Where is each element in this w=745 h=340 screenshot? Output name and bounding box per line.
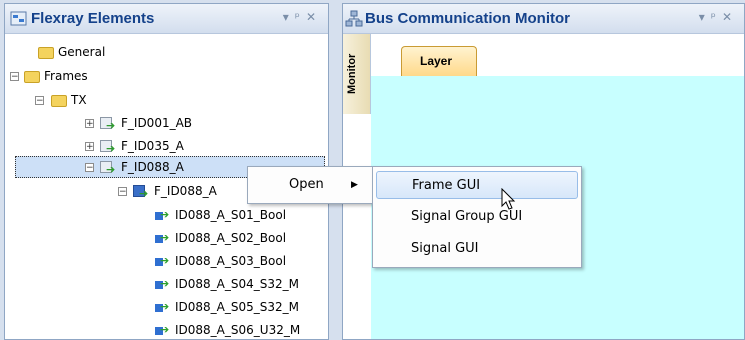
dropdown-icon[interactable]: ▾ [699, 10, 711, 24]
signal-icon: ➔ [155, 255, 170, 267]
tree-item-f-id088[interactable]: ➔ F_ID088_A [100, 157, 184, 177]
signal-label: ID088_A_S03_Bool [175, 254, 287, 268]
menu-item-signal-gui[interactable]: Signal GUI [376, 235, 578, 263]
menu-item-label: Signal GUI [411, 241, 479, 256]
tree-item-frames[interactable]: Frames [24, 66, 88, 86]
tree-item-f-id088-pdu[interactable]: ➔ F_ID088_A [133, 181, 217, 201]
menu-item-frame-gui[interactable]: Frame GUI [376, 171, 578, 199]
tab-strip: Layer [371, 34, 744, 76]
tab-layer[interactable]: Layer [401, 46, 477, 76]
tree-item-general[interactable]: General [38, 42, 105, 62]
tree-item-label: Frames [44, 69, 88, 83]
mouse-cursor-icon [501, 188, 516, 210]
menu-item-label: Frame GUI [412, 178, 481, 193]
frame-icon: ➔ [100, 161, 117, 175]
panel-header: Bus Communication Monitor ▾ᵖ✕ [343, 4, 744, 34]
tree-item-tx[interactable]: TX [51, 90, 87, 110]
frame-icon: ➔ [100, 140, 117, 154]
signal-icon: ➔ [155, 324, 170, 336]
menu-item-open[interactable]: Open ▶ [251, 171, 369, 199]
signal-icon: ➔ [155, 232, 170, 244]
tree-item-label: F_ID088_A [154, 184, 217, 198]
elements-icon [10, 11, 27, 26]
folder-icon [38, 46, 54, 59]
signal-icon: ➔ [155, 209, 170, 221]
context-menu: Open ▶ [247, 166, 373, 204]
menu-item-signal-group-gui[interactable]: Signal Group GUI [376, 203, 578, 231]
tab-monitor[interactable]: Monitor [343, 34, 371, 114]
folder-icon [24, 70, 40, 83]
close-icon[interactable]: ✕ [722, 10, 738, 24]
tree-item-label: General [58, 45, 106, 59]
tree-item-label: F_ID001_AB [121, 116, 193, 130]
signal-item[interactable]: ➔ ID088_A_S01_Bool [155, 205, 286, 225]
tree-item-label: F_ID088_A [121, 160, 184, 174]
tree-item-f-id001[interactable]: ➔ F_ID001_AB [100, 113, 192, 133]
collapse-icon[interactable]: − [35, 96, 44, 106]
collapse-icon[interactable]: − [10, 72, 19, 82]
signal-item[interactable]: ➔ ID088_A_S03_Bool [155, 251, 286, 271]
folder-icon [51, 94, 67, 107]
signal-icon: ➔ [155, 301, 170, 313]
signal-label: ID088_A_S02_Bool [175, 231, 287, 245]
tree-item-f-id035[interactable]: ➔ F_ID035_A [100, 136, 184, 156]
tree-item-label: F_ID035_A [121, 139, 184, 153]
close-icon[interactable]: ✕ [306, 10, 322, 24]
signal-icon: ➔ [155, 278, 170, 290]
collapse-icon[interactable]: − [118, 187, 127, 197]
signal-label: ID088_A_S06_U32_M [175, 323, 301, 337]
signal-label: ID088_A_S01_Bool [175, 208, 287, 222]
submenu-arrow-icon: ▶ [351, 180, 358, 190]
tab-layer-label: Layer [420, 54, 453, 68]
signal-item[interactable]: ➔ ID088_A_S04_S32_M [155, 274, 299, 294]
signal-item[interactable]: ➔ ID088_A_S02_Bool [155, 228, 286, 248]
pin-icon[interactable]: ᵖ [711, 10, 722, 24]
panel-header-buttons[interactable]: ▾ᵖ✕ [699, 10, 738, 24]
collapse-icon[interactable]: − [85, 163, 94, 173]
menu-item-open-label: Open [289, 177, 324, 192]
panel-title: Bus Communication Monitor [365, 10, 570, 27]
signal-label: ID088_A_S04_S32_M [175, 277, 300, 291]
network-icon [345, 10, 363, 27]
dropdown-icon[interactable]: ▾ [283, 10, 295, 24]
expand-icon[interactable]: + [85, 142, 94, 152]
panel-header-buttons[interactable]: ▾ᵖ✕ [283, 10, 322, 24]
pdu-icon: ➔ [133, 185, 150, 199]
pin-icon[interactable]: ᵖ [295, 10, 306, 24]
panel-header: Flexray Elements ▾ᵖ✕ [5, 4, 328, 34]
open-submenu: Frame GUI Signal Group GUI Signal GUI [372, 166, 582, 268]
tab-monitor-label: Monitor [346, 53, 358, 94]
signal-label: ID088_A_S05_S32_M [175, 300, 300, 314]
signal-item[interactable]: ➔ ID088_A_S06_U32_M [155, 320, 301, 339]
tree-item-label: TX [71, 93, 87, 107]
expand-icon[interactable]: + [85, 119, 94, 129]
frame-icon: ➔ [100, 117, 117, 131]
signal-item[interactable]: ➔ ID088_A_S05_S32_M [155, 297, 299, 317]
panel-title: Flexray Elements [31, 10, 155, 27]
